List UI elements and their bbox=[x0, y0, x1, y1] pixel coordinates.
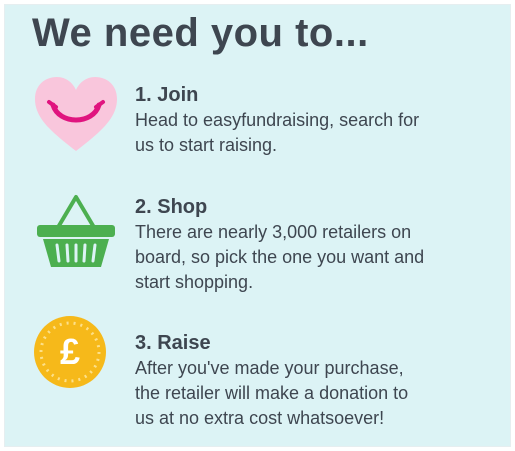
step-shop-line-1: There are nearly 3,000 retailers on bbox=[135, 222, 412, 242]
step-raise-text: 3. Raise After you've made your purchase… bbox=[135, 331, 507, 431]
step-shop-line-3: start shopping. bbox=[135, 272, 254, 292]
step-join-text: 1. Join Head to easyfundraising, search … bbox=[135, 83, 507, 158]
pound-sign: £ bbox=[60, 331, 80, 372]
step-shop-text: 2. Shop There are nearly 3,000 retailers… bbox=[135, 195, 507, 295]
heart-smile-icon bbox=[33, 75, 119, 160]
step-join-line-1: Head to easyfundraising, search for bbox=[135, 110, 420, 130]
page-title: We need you to... bbox=[32, 11, 369, 55]
step-raise-heading: 3. Raise bbox=[135, 332, 211, 354]
shopping-basket-icon bbox=[33, 191, 119, 276]
step-join-heading: 1. Join bbox=[135, 84, 199, 106]
step-raise-line-2: the retailer will make a donation to bbox=[135, 383, 409, 403]
step-shop-line-2: board, so pick the one you want and bbox=[135, 247, 425, 267]
pound-coin-icon: £ bbox=[33, 313, 119, 398]
step-shop-heading: 2. Shop bbox=[135, 196, 208, 218]
step-raise-line-1: After you've made your purchase, bbox=[135, 358, 404, 378]
step-join-line-2: us to start raising. bbox=[135, 135, 278, 155]
step-raise-line-3: us at no extra cost whatsoever! bbox=[135, 408, 385, 428]
info-panel: We need you to... 1. Join Head to easyfu… bbox=[4, 4, 511, 447]
